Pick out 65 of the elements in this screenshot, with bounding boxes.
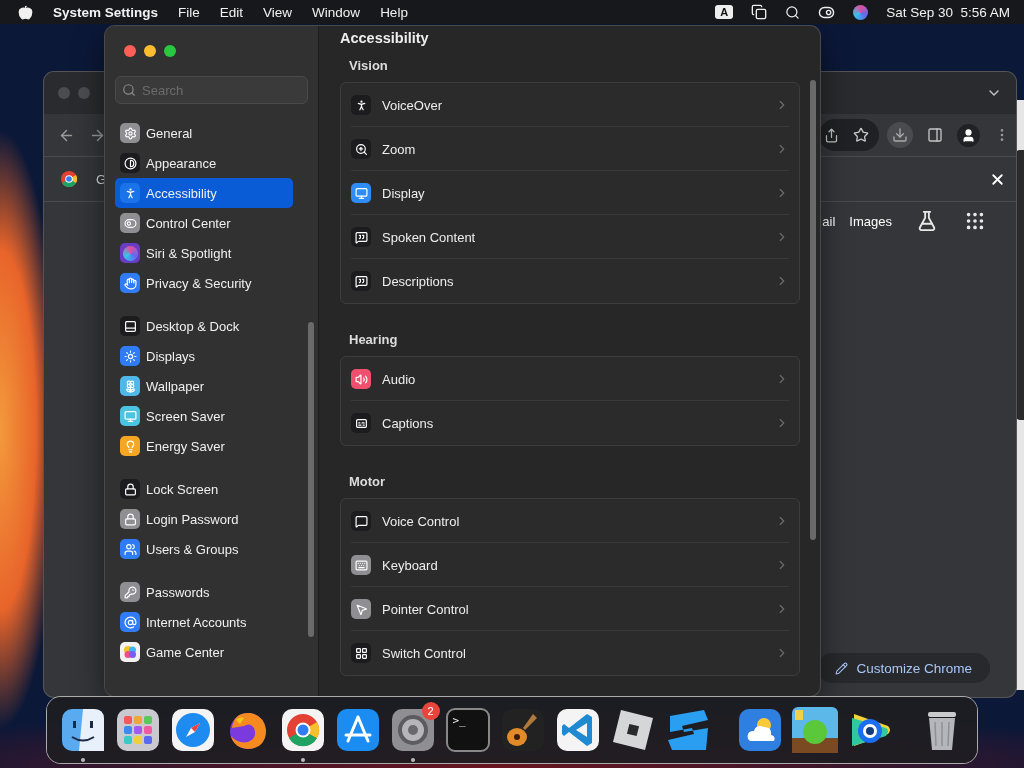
apps-grid-icon[interactable]	[964, 210, 986, 232]
search-icon[interactable]	[785, 4, 801, 20]
settings-row[interactable]: Spoken Content	[351, 215, 789, 259]
settings-row[interactable]: Captions	[351, 401, 789, 445]
page-title: Accessibility	[340, 29, 430, 48]
tricolor-circle-icon	[60, 170, 78, 188]
settings-row[interactable]: Switch Control	[351, 631, 789, 675]
sidebar-item[interactable]: Appearance	[115, 148, 293, 178]
sidebar-item[interactable]: Energy Saver	[115, 431, 293, 461]
section-heading: Motor	[349, 474, 387, 489]
sidebar-item[interactable]: Siri & Spotlight	[115, 238, 293, 268]
sidebar-item[interactable]: Screen Saver	[115, 401, 293, 431]
side-panel-icon[interactable]	[927, 127, 943, 143]
settings-row[interactable]: Display	[351, 171, 789, 215]
windows-icon[interactable]	[751, 4, 768, 20]
sidebar-item[interactable]: Internet Accounts	[115, 607, 293, 637]
nav-link[interactable]: ail	[822, 213, 836, 229]
sidebar-item[interactable]: Desktop & Dock	[115, 311, 293, 341]
sidebar-item[interactable]: Displays	[115, 341, 293, 371]
sidebar-item[interactable]: Accessibility	[115, 178, 293, 208]
menu-item[interactable]: File	[178, 4, 200, 20]
settings-row[interactable]: Keyboard	[351, 543, 789, 587]
sidebar-item[interactable]: Control Center	[115, 208, 293, 238]
settings-row[interactable]: VoiceOver	[351, 83, 789, 127]
sidebar-item[interactable]: Passwords	[115, 577, 293, 607]
sidebar-item[interactable]: General	[115, 118, 293, 148]
star-icon[interactable]	[853, 127, 869, 143]
input-source-indicator[interactable]: A	[715, 5, 734, 19]
section-heading: Vision	[349, 58, 389, 73]
menu-item[interactable]: View	[263, 4, 293, 20]
settings-row[interactable]: Descriptions	[351, 259, 789, 303]
scrollbar[interactable]	[810, 80, 816, 540]
scrollbar[interactable]	[308, 322, 314, 637]
settings-row[interactable]: Voice Control	[351, 499, 789, 543]
address-bar[interactable]	[819, 119, 879, 151]
settings-row[interactable]: Audio	[351, 357, 789, 401]
menu-item[interactable]: Window	[312, 4, 361, 20]
menu-item[interactable]: Help	[380, 4, 408, 20]
download-icon[interactable]	[887, 122, 913, 148]
flask-icon[interactable]	[916, 210, 938, 232]
sidebar-item[interactable]: Privacy & Security	[115, 268, 293, 298]
orb-icon[interactable]	[853, 4, 869, 20]
settings-row[interactable]: Pointer Control	[351, 587, 789, 631]
sidebar-item[interactable]: Lock Screen	[115, 474, 293, 504]
sidebar-item[interactable]: Wallpaper	[115, 371, 293, 401]
minimize-button[interactable]	[144, 45, 156, 57]
apple-icon[interactable]	[18, 4, 33, 20]
share-icon[interactable]	[824, 127, 839, 143]
app-menu[interactable]: System Settings	[53, 4, 159, 20]
section-heading: Hearing	[349, 332, 399, 347]
settings-row[interactable]: Zoom	[351, 127, 789, 171]
profile-icon[interactable]	[957, 123, 980, 147]
sidebar-item[interactable]: Login Password	[115, 504, 293, 534]
sidebar-item[interactable]: Game Center	[115, 637, 293, 667]
game-art-icon[interactable]	[790, 706, 839, 754]
zoom-button[interactable]	[164, 45, 176, 57]
terminal-icon[interactable]: >_	[445, 708, 490, 752]
close-button[interactable]	[124, 45, 136, 57]
nav-link[interactable]: Images	[849, 213, 892, 229]
pencil-icon	[835, 661, 849, 675]
menu-item[interactable]: Edit	[219, 4, 244, 20]
search-icon	[122, 83, 136, 97]
clock[interactable]: Sat Sep 30 5:56 AM	[886, 4, 1010, 20]
sidebar-item[interactable]: Users & Groups	[115, 534, 293, 564]
notification-badge: 2	[421, 702, 440, 720]
